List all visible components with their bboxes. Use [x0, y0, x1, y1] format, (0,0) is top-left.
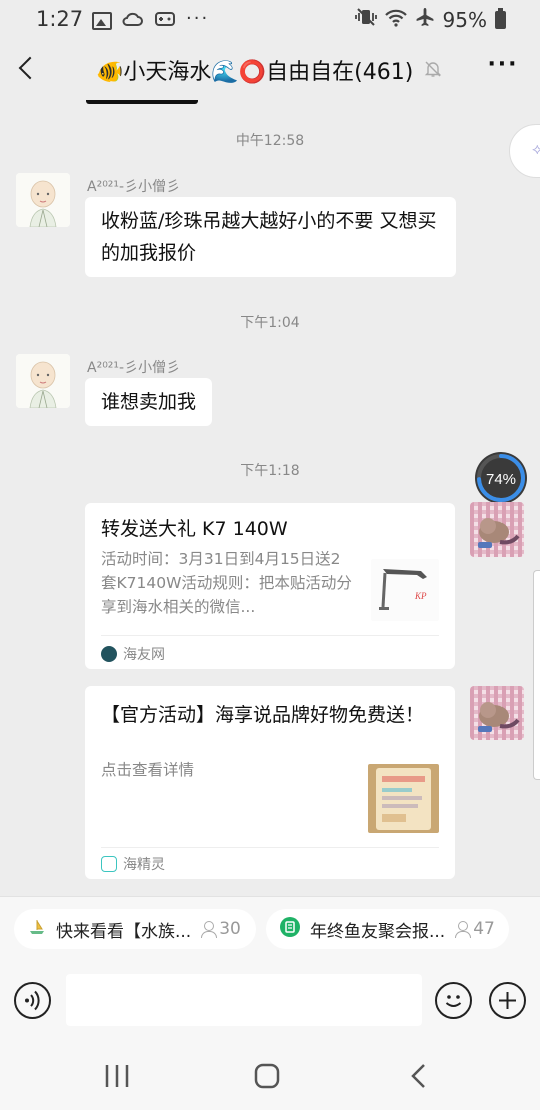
home-button[interactable] — [247, 1060, 287, 1092]
voice-icon — [25, 990, 40, 1011]
shortcut-label: 年终鱼友聚会报... — [310, 921, 446, 942]
game-icon — [154, 8, 176, 33]
more-dots-icon: ··· — [186, 7, 210, 29]
voice-input-button[interactable] — [14, 982, 51, 1019]
status-system-icons: 95% — [354, 7, 506, 32]
battery-icon — [495, 7, 506, 29]
card-description: 活动时间：3月31日到4月15日送2套K7140W活动规则：把本贴活动分享到海水… — [101, 550, 352, 616]
avatar-self[interactable] — [470, 502, 524, 557]
battery-level: 95% — [442, 7, 487, 32]
status-bar: 1:27 ··· 95% — [0, 0, 540, 38]
card-divider — [101, 847, 439, 848]
svg-text:KP: KP — [414, 591, 427, 601]
promo-thumbnail-image — [368, 764, 439, 833]
recent-apps-button[interactable] — [97, 1060, 137, 1092]
card-description: 点击查看详情 — [101, 761, 195, 779]
person-icon — [455, 921, 472, 938]
sender-name: A²⁰²¹-彡小僧彡 — [87, 179, 181, 195]
previous-message-edge — [86, 100, 198, 104]
shortcut-label: 快来看看【水族... — [56, 921, 192, 942]
message-input[interactable] — [66, 974, 422, 1026]
smiley-icon — [445, 995, 462, 1007]
shortcut-chip[interactable]: 快来看看【水族... 30 — [14, 909, 256, 949]
chat-title[interactable]: 🐠小天海水🌊⭕自由自在(461) — [96, 54, 413, 86]
timestamp: 中午12:58 — [235, 133, 305, 149]
participant-count: 30 — [219, 919, 241, 939]
participant-count: 47 — [473, 919, 495, 939]
progress-label: 74% — [486, 471, 516, 488]
link-card[interactable]: 【官方活动】海享说品牌好物免费送！ 点击查看详情 海精灵 — [85, 686, 455, 879]
system-navigation-bar — [0, 1042, 540, 1110]
system-back-button[interactable] — [400, 1060, 440, 1092]
source-logo-icon — [101, 646, 117, 662]
shortcut-count: 47 — [455, 919, 495, 939]
card-title: 【官方活动】海享说品牌好物免费送！ — [101, 704, 425, 726]
card-title: 转发送大礼 K7 140W — [101, 518, 288, 540]
card-source: 海友网 — [101, 644, 165, 664]
shortcut-chip[interactable]: 年终鱼友聚会报... 47 — [266, 909, 509, 949]
airplane-icon — [415, 7, 435, 32]
emoji-button[interactable] — [435, 982, 472, 1019]
image-icon — [92, 11, 112, 30]
message-list[interactable]: 中午12:58 A²⁰²¹-彡小僧彡 收粉蓝/珍珠吊越大越好小的不要 又想买的加… — [0, 100, 540, 896]
mute-bell-icon — [424, 60, 442, 78]
input-bar — [0, 962, 540, 1042]
status-time: 1:27 — [36, 7, 84, 31]
card-thumbnail — [368, 764, 439, 833]
source-logo-icon — [101, 856, 117, 872]
link-card[interactable]: 转发送大礼 K7 140W 活动时间：3月31日到4月15日送2套K7140W活… — [85, 503, 455, 669]
timestamp: 下午1:04 — [240, 315, 300, 331]
monk-avatar-icon — [16, 354, 70, 408]
person-icon — [201, 921, 218, 938]
card-divider — [101, 635, 439, 636]
more-functions-button[interactable] — [489, 982, 526, 1019]
monk-avatar-icon — [16, 173, 70, 227]
shortcut-count: 30 — [201, 919, 241, 939]
progress-indicator[interactable]: 74% — [474, 451, 528, 505]
chat-header: 🐠小天海水🌊⭕自由自在(461) ··· — [0, 38, 540, 100]
card-thumbnail: KP — [371, 559, 439, 621]
card-source-name: 海精灵 — [123, 857, 165, 873]
message-bubble[interactable]: 收粉蓝/珍珠吊越大越好小的不要 又想买的加我报价 — [85, 197, 456, 277]
cloud-icon — [122, 9, 144, 33]
home-icon — [254, 1063, 280, 1089]
document-icon — [280, 916, 300, 942]
vibrate-icon — [354, 7, 377, 32]
shortcut-bar: 快来看看【水族... 30 年终鱼友聚会报... 47 — [0, 896, 540, 962]
avatar-self[interactable] — [470, 686, 524, 740]
status-notification-icons: ··· — [92, 8, 216, 33]
back-arrow-icon — [411, 1064, 425, 1088]
avatar[interactable] — [16, 173, 70, 227]
scrollbar-thumb[interactable] — [533, 570, 540, 780]
more-options-button[interactable]: ··· — [486, 54, 520, 84]
recent-apps-icon — [105, 1065, 129, 1087]
wifi-icon — [384, 8, 407, 32]
lamp-product-image: KP — [371, 559, 439, 621]
card-source: 海精灵 — [101, 854, 165, 874]
timestamp: 下午1:18 — [240, 463, 300, 479]
cat-avatar-icon — [470, 686, 524, 740]
avatar[interactable] — [16, 354, 70, 408]
cat-avatar-icon — [470, 502, 524, 557]
back-button[interactable] — [14, 52, 42, 86]
message-bubble[interactable]: 谁想卖加我 — [85, 378, 213, 426]
card-source-name: 海友网 — [123, 647, 165, 663]
plus-icon — [499, 992, 516, 1009]
boat-icon — [28, 918, 46, 941]
sender-name: A²⁰²¹-彡小僧彡 — [87, 360, 181, 376]
